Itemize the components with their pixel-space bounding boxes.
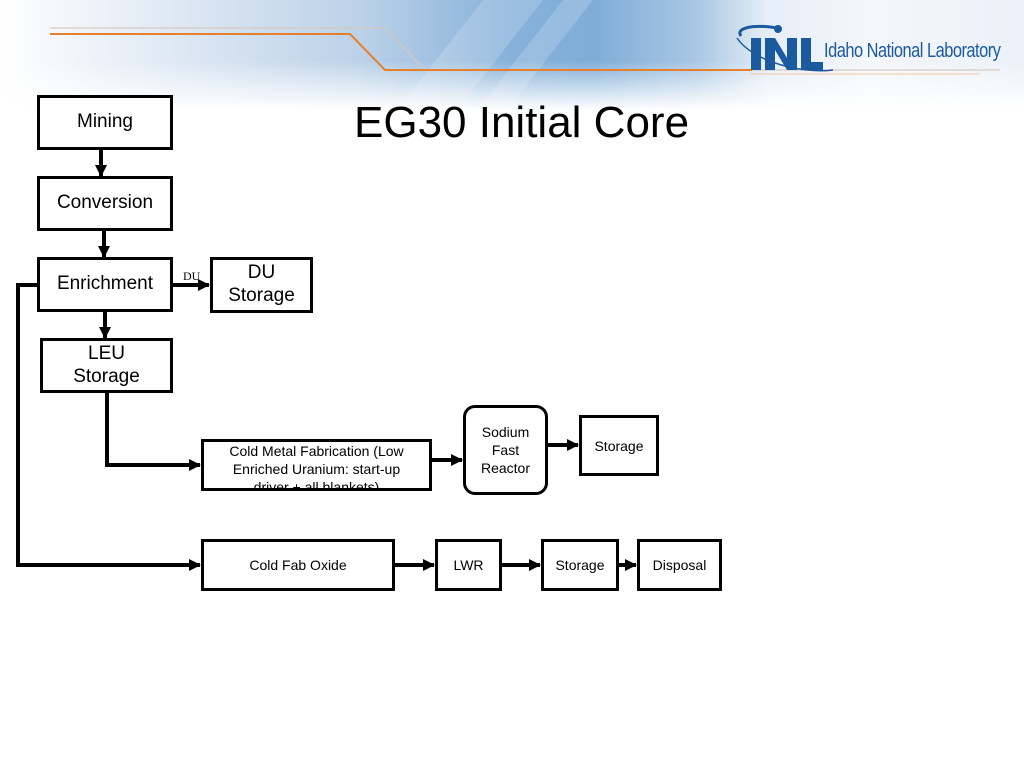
node-disposal[interactable]: Disposal	[637, 539, 722, 591]
node-lwr-storage[interactable]: Storage	[541, 539, 619, 591]
node-du-storage[interactable]: DU Storage	[210, 257, 313, 313]
node-label: DU Storage	[228, 262, 295, 306]
node-leu-storage[interactable]: LEU Storage	[40, 338, 173, 393]
node-cold-metal-fabrication[interactable]: Cold Metal Fabrication (Low Enriched Ura…	[201, 439, 432, 491]
node-label: Enrichment	[56, 273, 154, 295]
node-label: LWR	[453, 556, 484, 573]
logo-orbit	[738, 24, 778, 37]
node-lwr[interactable]: LWR	[435, 539, 502, 591]
node-mining[interactable]: Mining	[37, 95, 173, 150]
logo-atom-dot	[774, 25, 782, 33]
node-enrichment[interactable]: Enrichment	[37, 257, 173, 312]
node-label: Cold Metal Fabrication (Low Enriched Ura…	[229, 443, 404, 491]
node-label: Disposal	[652, 556, 707, 573]
accent-line	[50, 33, 752, 71]
node-label: LEU Storage	[73, 342, 140, 387]
node-label: Mining	[77, 111, 133, 133]
arrow-leu-to-cold-metal-fab	[105, 392, 201, 471]
node-label: Storage	[594, 438, 644, 454]
arrow-enrichment-to-cold-fab-oxide	[16, 283, 201, 571]
node-label: Storage	[555, 556, 605, 573]
node-cold-fab-oxide[interactable]: Cold Fab Oxide	[201, 539, 395, 591]
node-label: Sodium Fast Reactor	[480, 424, 531, 476]
edge-label-du: DU	[183, 269, 201, 283]
node-label: Cold Fab Oxide	[249, 556, 347, 573]
node-label: Conversion	[56, 192, 154, 214]
node-conversion[interactable]: Conversion	[37, 176, 173, 231]
node-sfr-storage[interactable]: Storage	[579, 415, 659, 476]
slide-title: EG30 Initial Core	[354, 98, 690, 147]
logo-text: Idaho National Laboratory	[824, 40, 1001, 62]
node-sodium-fast-reactor[interactable]: Sodium Fast Reactor	[463, 405, 548, 495]
